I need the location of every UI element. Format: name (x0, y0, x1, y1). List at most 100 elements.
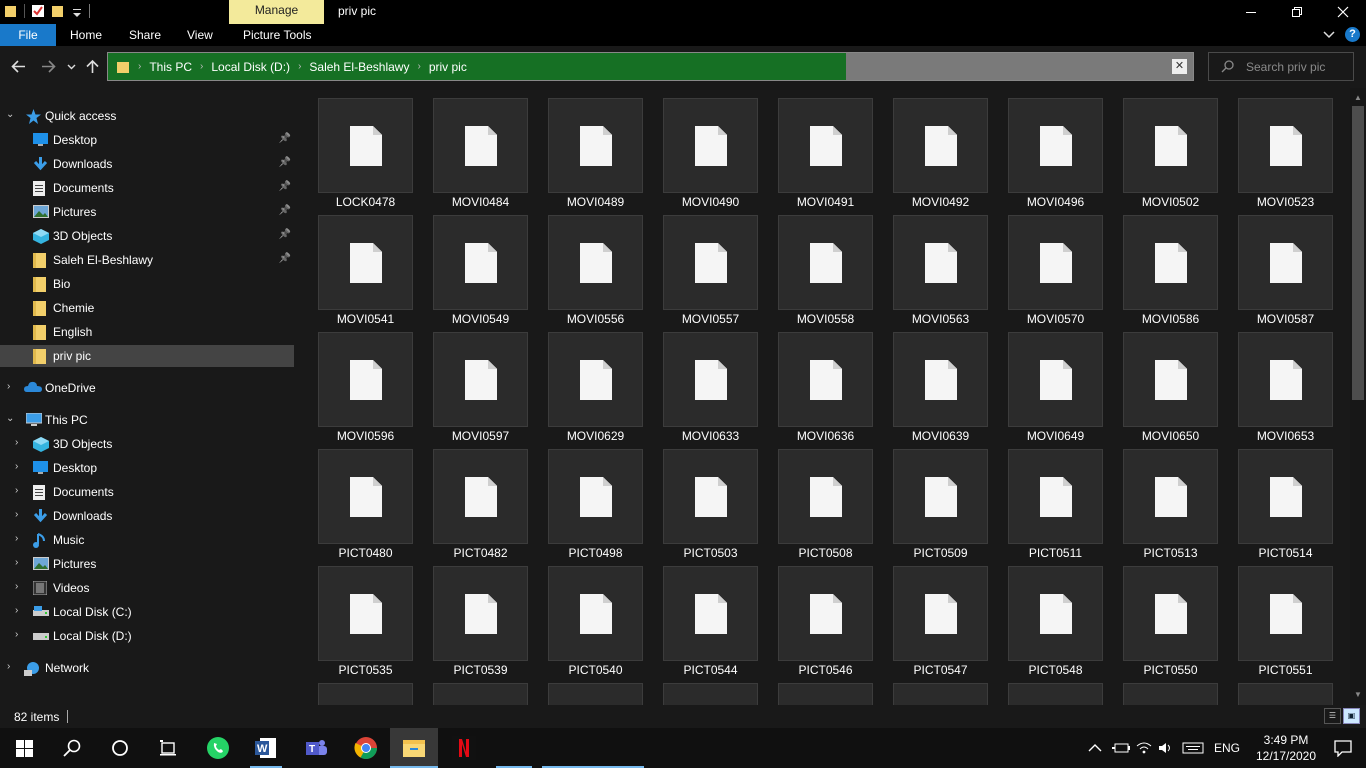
chevron-right-icon[interactable]: › (15, 485, 18, 496)
file-item[interactable]: PICT0551 (1232, 557, 1347, 677)
file-item[interactable]: MOVI0490 (657, 89, 772, 209)
show-hidden-icons-icon[interactable] (1088, 743, 1102, 753)
file-item[interactable]: PICT0550 (1117, 557, 1232, 677)
folder-icon[interactable] (4, 4, 18, 18)
file-item[interactable]: MOVI0649 (1002, 323, 1117, 443)
file-item[interactable]: MOVI0570 (1002, 206, 1117, 326)
back-arrow-icon[interactable] (11, 60, 26, 73)
file-item[interactable]: MOVI0596 (312, 323, 427, 443)
file-item[interactable]: MOVI0492 (887, 89, 1002, 209)
chevron-right-icon[interactable]: › (7, 381, 10, 392)
netflix-button[interactable] (440, 728, 488, 768)
file-item[interactable]: PICT0503 (657, 440, 772, 560)
file-item[interactable]: MOVI0549 (427, 206, 542, 326)
search-input[interactable] (1246, 59, 1346, 74)
sidebar-item-pc-local-disk-c-[interactable]: › Local Disk (C:) (0, 601, 294, 623)
breadcrumb-separator[interactable]: › (138, 61, 141, 72)
file-item[interactable] (1117, 674, 1232, 705)
file-item[interactable]: MOVI0557 (657, 206, 772, 326)
file-item[interactable]: LOCK0478 (312, 89, 427, 209)
scroll-down-icon[interactable]: ▼ (1350, 687, 1366, 703)
file-item[interactable]: MOVI0491 (772, 89, 887, 209)
sidebar-item-pc-local-disk-d-[interactable]: › Local Disk (D:) (0, 625, 294, 647)
up-arrow-icon[interactable] (86, 59, 99, 74)
file-item[interactable]: MOVI0587 (1232, 206, 1347, 326)
chevron-right-icon[interactable]: › (15, 533, 18, 544)
chevron-right-icon[interactable]: › (15, 437, 18, 448)
chevron-down-icon[interactable]: ⌄ (6, 109, 14, 120)
chevron-right-icon[interactable]: › (15, 629, 18, 640)
sidebar-item-pc-music[interactable]: › Music (0, 529, 294, 551)
tab-view[interactable]: View (187, 24, 213, 46)
clock[interactable]: 3:49 PM 12/17/2020 (1246, 732, 1326, 764)
file-item[interactable]: PICT0539 (427, 557, 542, 677)
vertical-scrollbar[interactable]: ▲ ▼ (1350, 88, 1366, 705)
file-item[interactable]: MOVI0556 (542, 206, 657, 326)
breadcrumb-local-disk-d[interactable]: Local Disk (D:) (211, 60, 290, 74)
minimize-button[interactable] (1228, 0, 1274, 24)
manage-context-tab[interactable]: Manage (229, 0, 324, 24)
volume-icon[interactable] (1158, 742, 1174, 754)
teams-button[interactable]: T (292, 728, 340, 768)
sidebar-item-english[interactable]: English (0, 321, 294, 343)
breadcrumb-separator[interactable]: › (200, 61, 203, 72)
breadcrumb-this-pc[interactable]: This PC (149, 60, 192, 74)
nav-quick-access[interactable]: ⌄ Quick access (0, 105, 294, 127)
file-item[interactable]: PICT0511 (1002, 440, 1117, 560)
file-item[interactable] (312, 674, 427, 705)
whatsapp-button[interactable] (194, 728, 242, 768)
file-item[interactable]: MOVI0484 (427, 89, 542, 209)
file-item[interactable]: MOVI0653 (1232, 323, 1347, 443)
scroll-up-icon[interactable]: ▲ (1350, 90, 1366, 106)
keyboard-icon[interactable] (1182, 742, 1204, 754)
sidebar-item-pc-pictures[interactable]: › Pictures (0, 553, 294, 575)
file-item[interactable] (657, 674, 772, 705)
breadcrumb-saleh[interactable]: Saleh El-Beshlawy (309, 60, 409, 74)
sidebar-item-pc-documents[interactable]: › Documents (0, 481, 294, 503)
chevron-down-icon[interactable]: ⌄ (6, 413, 14, 424)
file-item[interactable] (1232, 674, 1347, 705)
file-item[interactable]: MOVI0541 (312, 206, 427, 326)
file-item[interactable]: MOVI0523 (1232, 89, 1347, 209)
sidebar-item-saleh-el-beshlawy[interactable]: Saleh El-Beshlawy 📌 (0, 249, 294, 271)
file-item[interactable]: MOVI0597 (427, 323, 542, 443)
sidebar-item-pc-desktop[interactable]: › Desktop (0, 457, 294, 479)
properties-icon[interactable] (31, 4, 45, 18)
chevron-right-icon[interactable]: › (15, 581, 18, 592)
breadcrumb-separator[interactable]: › (417, 61, 420, 72)
file-item[interactable]: PICT0535 (312, 557, 427, 677)
tab-share[interactable]: Share (129, 24, 161, 46)
search-box[interactable] (1208, 52, 1354, 81)
sidebar-item-pc-videos[interactable]: › Videos (0, 577, 294, 599)
breadcrumb-priv-pic[interactable]: priv pic (429, 60, 467, 74)
sidebar-item-pc-3d-objects[interactable]: › 3D Objects (0, 433, 294, 455)
file-item[interactable]: PICT0548 (1002, 557, 1117, 677)
sidebar-item-pc-downloads[interactable]: › Downloads (0, 505, 294, 527)
search-button[interactable] (48, 728, 96, 768)
chevron-right-icon[interactable]: › (15, 461, 18, 472)
file-item[interactable] (887, 674, 1002, 705)
file-item[interactable]: MOVI0639 (887, 323, 1002, 443)
sidebar-item-documents[interactable]: Documents 📌 (0, 177, 294, 199)
recent-locations-chevron-icon[interactable] (67, 64, 76, 70)
file-item[interactable]: MOVI0496 (1002, 89, 1117, 209)
nav-this-pc[interactable]: ⌄ This PC (0, 409, 294, 431)
chevron-right-icon[interactable]: › (15, 509, 18, 520)
close-button[interactable] (1320, 0, 1366, 24)
file-item[interactable]: PICT0547 (887, 557, 1002, 677)
sidebar-item-3d-objects[interactable]: 3D Objects 📌 (0, 225, 294, 247)
address-bar[interactable]: › This PC › Local Disk (D:) › Saleh El-B… (107, 52, 1194, 81)
scrollbar-thumb[interactable] (1352, 106, 1364, 400)
file-item[interactable]: MOVI0650 (1117, 323, 1232, 443)
stop-loading-button[interactable]: ✕ (1172, 59, 1187, 74)
file-item[interactable]: PICT0482 (427, 440, 542, 560)
nav-network[interactable]: › Network (0, 657, 294, 679)
file-item[interactable]: PICT0513 (1117, 440, 1232, 560)
file-explorer-button[interactable] (390, 728, 438, 768)
breadcrumb-separator[interactable]: › (298, 61, 301, 72)
new-folder-icon[interactable] (51, 4, 65, 18)
chevron-right-icon[interactable]: › (15, 605, 18, 616)
chevron-right-icon[interactable]: › (15, 557, 18, 568)
help-button[interactable]: ? (1345, 27, 1360, 42)
wifi-icon[interactable] (1136, 742, 1152, 754)
